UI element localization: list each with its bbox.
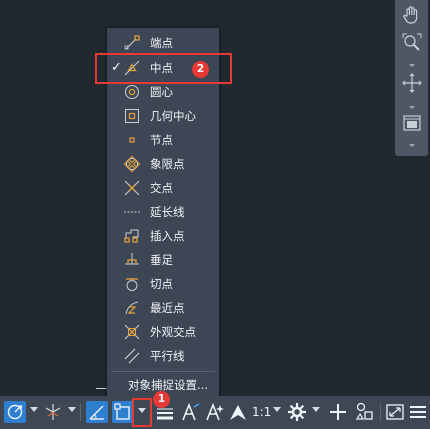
menu-item-label: 切点 bbox=[150, 277, 173, 291]
menu-item-perpendicular[interactable]: 垂足 bbox=[107, 248, 219, 272]
orbit-icon[interactable] bbox=[401, 72, 423, 94]
endpoint-snap-icon bbox=[124, 35, 140, 51]
menu-item-geometric-center[interactable]: 几何中心 bbox=[107, 104, 219, 128]
menu-item-intersection[interactable]: 交点 bbox=[107, 176, 219, 200]
insertion-snap-icon bbox=[124, 228, 140, 244]
status-bar: 1 1:1 bbox=[0, 391, 430, 429]
menu-item-label: 对象捕捉设置... bbox=[128, 378, 208, 392]
perpendicular-snap-icon bbox=[124, 252, 140, 268]
workspace-dropdown-arrow-icon[interactable] bbox=[312, 407, 320, 412]
menu-item-insertion[interactable]: 插入点 bbox=[107, 224, 219, 248]
menu-item-label: 外观交点 bbox=[150, 325, 196, 339]
apparent-intersection-snap-icon bbox=[124, 324, 140, 340]
orbit-dropdown-arrow-icon[interactable] bbox=[401, 98, 423, 109]
customization-menu-icon[interactable] bbox=[407, 401, 429, 423]
gear-icon[interactable] bbox=[286, 401, 308, 423]
annotation-scale-icon[interactable] bbox=[228, 401, 248, 423]
menu-item-label: 节点 bbox=[150, 133, 173, 147]
menu-item-tangent[interactable]: 切点 bbox=[107, 272, 219, 296]
center-snap-icon bbox=[124, 84, 140, 100]
menu-item-nearest[interactable]: 最近点 bbox=[107, 296, 219, 320]
menu-item-label: 圆心 bbox=[150, 85, 173, 99]
step-badge-2: 2 bbox=[192, 61, 209, 78]
annotation-visibility-button[interactable] bbox=[180, 401, 202, 423]
menu-item-parallel[interactable]: 平行线 bbox=[107, 344, 219, 368]
extension-snap-icon bbox=[124, 204, 140, 220]
menu-item-label: 象限点 bbox=[150, 157, 185, 171]
status-separator bbox=[80, 404, 81, 421]
status-separator bbox=[380, 404, 381, 421]
isolate-objects-icon[interactable] bbox=[354, 401, 376, 423]
geometric-center-snap-icon bbox=[124, 108, 140, 124]
object-snap-button[interactable] bbox=[112, 401, 134, 423]
hand-pan-icon[interactable] bbox=[401, 4, 423, 26]
scale-dropdown-arrow-icon[interactable] bbox=[273, 407, 281, 412]
nearest-snap-icon bbox=[124, 300, 140, 316]
menu-item-quadrant[interactable]: 象限点 bbox=[107, 152, 219, 176]
object-snap-dropdown-arrow-icon[interactable] bbox=[138, 408, 146, 413]
tangent-snap-icon bbox=[124, 276, 140, 292]
menu-item-label: 垂足 bbox=[150, 253, 173, 267]
navigation-bar bbox=[395, 0, 428, 156]
isometric-dropdown-arrow-icon[interactable] bbox=[68, 407, 76, 412]
quadrant-snap-icon bbox=[123, 155, 141, 173]
parallel-snap-icon bbox=[124, 348, 140, 364]
menu-item-apparent-intersection[interactable]: 外观交点 bbox=[107, 320, 219, 344]
auto-scale-button[interactable] bbox=[204, 401, 226, 423]
menu-item-label: 延长线 bbox=[150, 205, 185, 219]
node-snap-icon bbox=[124, 132, 140, 148]
zoom-extents-icon[interactable] bbox=[401, 32, 423, 54]
polar-tracking-button[interactable] bbox=[4, 401, 26, 423]
showmotion-dropdown-arrow-icon[interactable] bbox=[401, 136, 423, 147]
object-snap-tracking-button[interactable] bbox=[86, 401, 108, 423]
menu-item-label: 插入点 bbox=[150, 229, 185, 243]
menu-item-label: 最近点 bbox=[150, 301, 185, 315]
lineweight-button[interactable] bbox=[154, 402, 176, 424]
fullscreen-icon[interactable] bbox=[384, 401, 406, 423]
midpoint-highlight-box bbox=[95, 53, 232, 84]
menu-divider bbox=[111, 371, 215, 372]
menu-item-node[interactable]: 节点 bbox=[107, 128, 219, 152]
menu-item-label: 平行线 bbox=[150, 349, 185, 363]
plus-icon[interactable] bbox=[327, 401, 349, 423]
menu-item-label: 交点 bbox=[150, 181, 173, 195]
menu-item-label: 端点 bbox=[150, 36, 173, 50]
polar-dropdown-arrow-icon[interactable] bbox=[30, 407, 38, 412]
annotation-scale-label[interactable]: 1:1 bbox=[252, 403, 274, 425]
menu-item-endpoint[interactable]: 端点 bbox=[107, 31, 219, 55]
zoom-dropdown-arrow-icon[interactable] bbox=[401, 56, 423, 67]
showmotion-icon[interactable] bbox=[401, 112, 423, 134]
intersection-snap-icon bbox=[124, 180, 140, 196]
menu-item-label: 几何中心 bbox=[150, 109, 196, 123]
isometric-drafting-button[interactable] bbox=[42, 401, 64, 423]
menu-item-extension[interactable]: 延长线 bbox=[107, 200, 219, 224]
